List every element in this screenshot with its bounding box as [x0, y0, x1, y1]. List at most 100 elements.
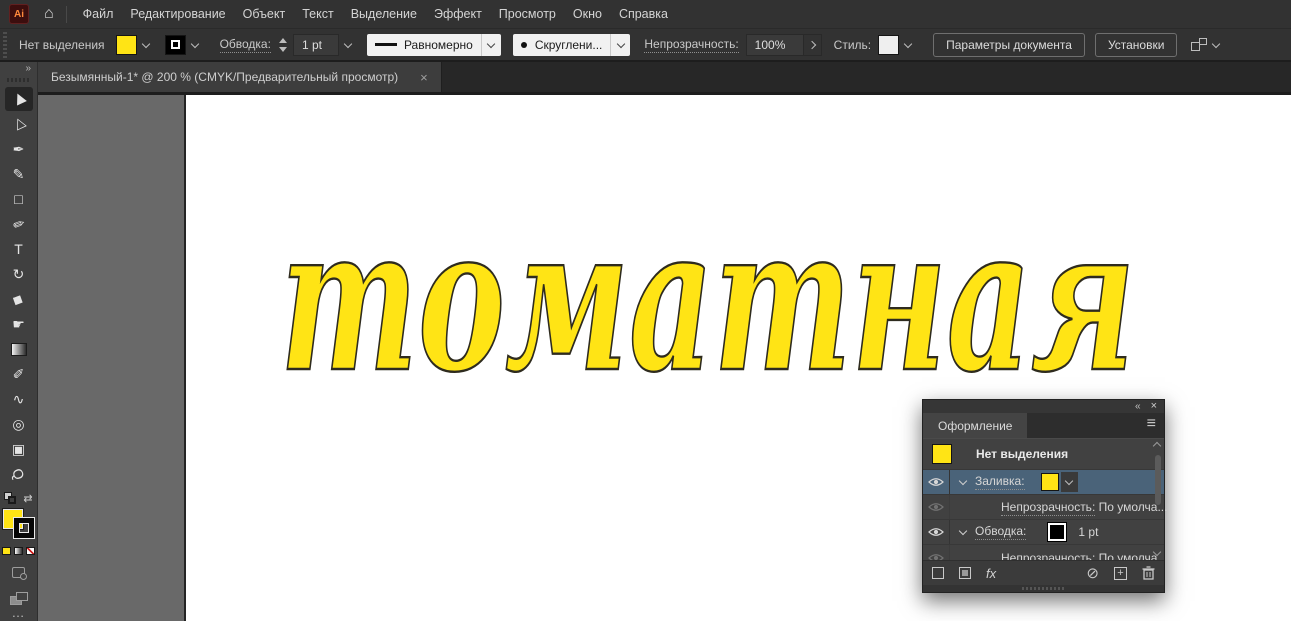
- curvature-tool[interactable]: ✎: [5, 162, 33, 186]
- width-profile-dropdown[interactable]: Равномерно: [367, 34, 501, 56]
- scrollbar-thumb[interactable]: [1155, 455, 1161, 505]
- menu-select[interactable]: Выделение: [349, 4, 419, 24]
- add-effect-icon[interactable]: fx: [986, 566, 996, 581]
- shape-builder-tool[interactable]: ◎: [5, 412, 33, 436]
- home-icon[interactable]: ⌂: [44, 6, 54, 22]
- eraser-tool[interactable]: ◆: [5, 287, 33, 311]
- fill-opacity-label[interactable]: Непрозрачность:: [1001, 500, 1095, 516]
- stroke-opacity-row[interactable]: Непрозрачность: По умолча...: [923, 545, 1164, 560]
- opacity-input[interactable]: 100%: [746, 34, 804, 56]
- color-button[interactable]: [2, 547, 11, 555]
- swap-fill-stroke-icon[interactable]: ⇄: [23, 492, 32, 505]
- default-fill-stroke-icon[interactable]: [4, 492, 16, 504]
- menu-type[interactable]: Текст: [300, 4, 335, 24]
- duplicate-item-icon[interactable]: +: [1114, 567, 1127, 580]
- direct-selection-tool[interactable]: ▷: [5, 112, 33, 136]
- menu-window[interactable]: Окно: [571, 4, 604, 24]
- stroke-weight-stepper[interactable]: [279, 38, 287, 52]
- none-button[interactable]: [26, 547, 35, 555]
- tab-appearance[interactable]: Оформление: [923, 413, 1027, 438]
- rectangle-tool[interactable]: □: [5, 187, 33, 211]
- menu-help[interactable]: Справка: [617, 4, 670, 24]
- expand-panel-icon[interactable]: »: [25, 64, 31, 74]
- stroke-visibility-toggle[interactable]: [923, 520, 950, 544]
- stroke-weight-input[interactable]: 1 pt: [293, 34, 339, 56]
- stroke-opacity-label[interactable]: Непрозрачность:: [1001, 551, 1095, 561]
- arrange-documents-dropdown[interactable]: [1207, 35, 1225, 55]
- appearance-header-row[interactable]: Нет выделения: [923, 439, 1164, 470]
- stroke-color-swatch[interactable]: [165, 35, 186, 55]
- mini-stroke-icon: [8, 496, 16, 504]
- menu-object[interactable]: Объект: [241, 4, 288, 24]
- arrange-documents-icon[interactable]: [1191, 38, 1207, 52]
- preferences-button[interactable]: Установки: [1095, 33, 1177, 57]
- stroke-weight-value[interactable]: 1 pt: [1078, 525, 1098, 539]
- document-setup-button[interactable]: Параметры документа: [933, 33, 1085, 57]
- panel-close-icon[interactable]: ×: [1151, 401, 1157, 412]
- zoom-tool[interactable]: Q: [5, 462, 33, 486]
- selection-tool[interactable]: ▶: [5, 87, 33, 111]
- fill-visibility-toggle[interactable]: [923, 470, 950, 494]
- stroke-proxy-swatch[interactable]: [14, 518, 34, 538]
- stroke-label[interactable]: Обводка:: [975, 524, 1026, 540]
- control-bar: Нет выделения Обводка: 1 pt Равномерно С…: [0, 28, 1291, 62]
- width-profile-chevron[interactable]: [481, 34, 501, 56]
- panel-resize-grip[interactable]: [923, 585, 1164, 592]
- draw-normal-mode-icon[interactable]: [10, 592, 28, 605]
- fill-swatch-dropdown[interactable]: [1061, 472, 1078, 492]
- chevron-down-icon[interactable]: [959, 527, 967, 535]
- menu-file[interactable]: Файл: [81, 4, 116, 24]
- fill-opacity-visibility-toggle[interactable]: [923, 495, 950, 519]
- menu-edit[interactable]: Редактирование: [128, 4, 227, 24]
- stepper-down-icon[interactable]: [279, 47, 287, 52]
- chevron-down-icon: [1065, 477, 1073, 485]
- tab-close-icon[interactable]: ×: [420, 70, 428, 85]
- stepper-up-icon[interactable]: [279, 38, 287, 43]
- blob-brush-tool[interactable]: ∿: [5, 387, 33, 411]
- stroke-swatch[interactable]: [1048, 523, 1066, 541]
- fill-color-dropdown[interactable]: [137, 35, 155, 55]
- opacity-dropdown[interactable]: [804, 34, 822, 56]
- tools-panel-grip[interactable]: [7, 78, 31, 82]
- illustrator-logo-icon[interactable]: Ai: [9, 4, 29, 24]
- fill-label[interactable]: Заливка:: [975, 474, 1025, 490]
- drawing-mode-icon[interactable]: [12, 567, 25, 578]
- type-tool[interactable]: T: [5, 237, 33, 261]
- graphic-style-dropdown[interactable]: [899, 35, 917, 55]
- paintbrush-tool[interactable]: ✏: [5, 212, 33, 236]
- artboard-tool[interactable]: ▣: [5, 437, 33, 461]
- collapse-panel-icon[interactable]: «: [1135, 402, 1141, 412]
- rotate-tool[interactable]: ↻: [5, 262, 33, 286]
- document-tab[interactable]: Безымянный-1* @ 200 % (CMYK/Предваритель…: [38, 62, 442, 92]
- fill-row[interactable]: Заливка:: [923, 470, 1164, 495]
- artwork-lettering[interactable]: томатная: [276, 211, 1148, 391]
- speech-bubble-tool[interactable]: ☛: [5, 312, 33, 336]
- fill-swatch[interactable]: [1041, 473, 1059, 491]
- stroke-row[interactable]: Обводка: 1 pt: [923, 520, 1164, 545]
- clear-appearance-icon[interactable]: ⊘: [1086, 566, 1099, 581]
- add-new-stroke-icon[interactable]: [932, 567, 944, 579]
- stroke-weight-dropdown[interactable]: [339, 35, 357, 55]
- gradient-tool[interactable]: [5, 337, 33, 361]
- menu-effect[interactable]: Эффект: [432, 4, 484, 24]
- chevron-down-icon[interactable]: [959, 477, 967, 485]
- menu-view[interactable]: Просмотр: [497, 4, 558, 24]
- brush-definition-dropdown[interactable]: Скруглени...: [513, 34, 631, 56]
- fill-opacity-row[interactable]: Непрозрачность: По умолча...: [923, 495, 1164, 520]
- control-bar-grip[interactable]: [3, 32, 7, 58]
- stroke-color-dropdown[interactable]: [186, 35, 204, 55]
- edit-toolbar-icon[interactable]: …: [12, 605, 26, 620]
- add-new-fill-icon[interactable]: [959, 567, 971, 579]
- fill-color-swatch[interactable]: [116, 35, 137, 55]
- brush-chevron[interactable]: [610, 34, 630, 56]
- trash-icon[interactable]: [1142, 566, 1155, 580]
- panel-menu-icon[interactable]: ≡: [1147, 415, 1156, 433]
- gradient-button[interactable]: [14, 547, 23, 555]
- stroke-opacity-visibility-toggle[interactable]: [923, 545, 950, 560]
- pen-tool[interactable]: ✒: [5, 137, 33, 161]
- stroke-weight-label[interactable]: Обводка:: [220, 37, 271, 53]
- brush-definition-label: Скруглени...: [535, 38, 603, 52]
- eyedropper-tool[interactable]: ✐: [5, 362, 33, 386]
- opacity-label[interactable]: Непрозрачность:: [644, 37, 738, 53]
- graphic-style-swatch[interactable]: [878, 35, 899, 55]
